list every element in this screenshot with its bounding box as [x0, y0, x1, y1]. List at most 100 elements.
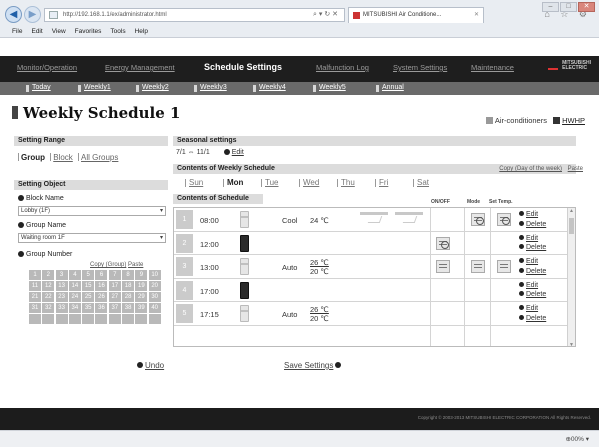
delete-link[interactable]: Delete: [519, 314, 546, 324]
group-number-cell[interactable]: 39: [135, 303, 148, 313]
group-number-cell[interactable]: 13: [55, 281, 68, 291]
group-name-select[interactable]: Waiting room 1F: [18, 233, 166, 243]
group-number-cell[interactable]: 21: [29, 292, 41, 302]
edit-link[interactable]: Edit: [519, 281, 546, 291]
group-number-cell[interactable]: 38: [122, 303, 135, 313]
subnav-weekly5[interactable]: Weekly5: [313, 84, 346, 94]
address-tools[interactable]: ⌕ ▾ ↻ ✕: [313, 8, 338, 22]
group-number-cell[interactable]: 25: [82, 292, 95, 302]
group-number-cell[interactable]: 8: [122, 270, 135, 280]
group-number-cell[interactable]: 11: [29, 281, 41, 291]
delete-link[interactable]: Delete: [519, 267, 546, 277]
group-number-cell[interactable]: 12: [42, 281, 55, 291]
subnav-weekly3[interactable]: Weekly3: [194, 84, 227, 94]
forward-button[interactable]: ▶: [24, 6, 41, 23]
group-number-cell[interactable]: 32: [42, 303, 55, 313]
delete-link[interactable]: Delete: [519, 243, 546, 253]
group-number-cell[interactable]: [122, 314, 135, 324]
group-number-cell[interactable]: 27: [108, 292, 121, 302]
group-number-cell[interactable]: 7: [108, 270, 121, 280]
undo-button[interactable]: Undo: [137, 361, 164, 370]
group-number-cell[interactable]: 5: [82, 270, 95, 280]
delete-link[interactable]: Delete: [519, 220, 546, 230]
group-number-cell[interactable]: 33: [55, 303, 68, 313]
group-number-cell[interactable]: 10: [148, 270, 161, 280]
copy-group-link[interactable]: Copy (Group): [90, 262, 126, 268]
paste-day-link[interactable]: Paste: [568, 166, 583, 172]
group-number-cell[interactable]: 18: [122, 281, 135, 291]
group-number-cell[interactable]: 3: [55, 270, 68, 280]
group-number-cell[interactable]: 30: [148, 292, 161, 302]
scroll-up-icon[interactable]: ▲: [569, 208, 574, 214]
tab-fri[interactable]: Fri: [375, 178, 413, 187]
menu-help[interactable]: Help: [135, 26, 148, 38]
seasonal-edit-link[interactable]: Edit: [232, 149, 244, 156]
tab-thu[interactable]: Thu: [337, 178, 375, 187]
tab-sat[interactable]: Sat: [413, 178, 451, 187]
nav-schedule-settings[interactable]: Schedule Settings: [204, 62, 282, 72]
range-all-groups[interactable]: All Groups: [81, 153, 118, 162]
group-number-cell[interactable]: [95, 314, 108, 324]
group-number-cell[interactable]: [108, 314, 121, 324]
group-number-cell[interactable]: 2: [42, 270, 55, 280]
group-number-cell[interactable]: 26: [95, 292, 108, 302]
group-number-cell[interactable]: [29, 314, 41, 324]
nav-maintenance[interactable]: Maintenance: [471, 63, 514, 72]
delete-link[interactable]: Delete: [519, 290, 546, 300]
scroll-down-icon[interactable]: ▼: [569, 342, 574, 346]
minimize-button[interactable]: –: [542, 2, 559, 12]
paste-group-link[interactable]: Paste: [128, 262, 143, 268]
menu-edit[interactable]: Edit: [31, 26, 42, 38]
group-number-cell[interactable]: 4: [68, 270, 81, 280]
nav-monitor-operation[interactable]: Monitor/Operation: [17, 63, 77, 72]
subnav-weekly1[interactable]: Weekly1: [78, 84, 111, 94]
subnav-today[interactable]: Today: [26, 84, 51, 94]
tab-wed[interactable]: Wed: [299, 178, 337, 187]
group-number-cell[interactable]: 20: [148, 281, 161, 291]
browser-tab[interactable]: MITSUBISHI Air Conditione... ✕: [348, 7, 484, 23]
range-group[interactable]: Group: [21, 153, 45, 162]
hwhp-link[interactable]: HWHP: [562, 116, 585, 125]
group-number-cell[interactable]: [68, 314, 81, 324]
group-number-cell[interactable]: 40: [148, 303, 161, 313]
schedule-scrollbar[interactable]: ▲ ▼: [567, 208, 575, 346]
group-number-cell[interactable]: 29: [135, 292, 148, 302]
menu-file[interactable]: File: [12, 26, 22, 38]
save-settings-button[interactable]: Save Settings: [284, 361, 342, 370]
tab-mon[interactable]: Mon: [223, 178, 261, 187]
nav-malfunction-log[interactable]: Malfunction Log: [316, 63, 369, 72]
group-number-cell[interactable]: [42, 314, 55, 324]
schedule-row[interactable]: 1 08:00 Cool 24 ℃ Edit Delete: [174, 208, 575, 232]
group-number-cell[interactable]: 35: [82, 303, 95, 313]
group-number-cell[interactable]: [148, 314, 161, 324]
group-number-cell[interactable]: 6: [95, 270, 108, 280]
group-number-cell[interactable]: 24: [68, 292, 81, 302]
group-number-cell[interactable]: 36: [95, 303, 108, 313]
menu-tools[interactable]: Tools: [110, 26, 125, 38]
edit-link[interactable]: Edit: [519, 304, 546, 314]
group-number-cell[interactable]: 9: [135, 270, 148, 280]
maximize-button[interactable]: □: [560, 2, 577, 12]
subnav-annual[interactable]: Annual: [376, 84, 404, 94]
subnav-weekly2[interactable]: Weekly2: [136, 84, 169, 94]
range-block[interactable]: Block: [53, 153, 73, 162]
nav-energy-management[interactable]: Energy Management: [105, 63, 175, 72]
group-number-cell[interactable]: 17: [108, 281, 121, 291]
group-number-cell[interactable]: 15: [82, 281, 95, 291]
schedule-row[interactable]: 2 12:00 Edit Delete: [174, 232, 575, 255]
address-bar[interactable]: http://192.168.1.1/ex/administrator.html: [44, 8, 345, 22]
group-number-cell[interactable]: 16: [95, 281, 108, 291]
block-name-select[interactable]: Lobby (1F): [18, 206, 166, 216]
close-window-button[interactable]: ✕: [578, 2, 595, 12]
copy-day-link[interactable]: Copy (Day of the week): [499, 166, 562, 172]
group-number-cell[interactable]: [55, 314, 68, 324]
zoom-control[interactable]: ⊕00% ▾: [565, 435, 589, 443]
tab-close-icon[interactable]: ✕: [474, 8, 479, 23]
group-number-cell[interactable]: 1: [29, 270, 41, 280]
schedule-row[interactable]: 5 17:15 Auto 26 ℃ 20 ℃ Edit Delete: [174, 302, 575, 326]
tab-tue[interactable]: Tue: [261, 178, 299, 187]
schedule-row[interactable]: 4 17:00 Edit Delete: [174, 279, 575, 302]
group-number-cell[interactable]: [82, 314, 95, 324]
group-number-cell[interactable]: 14: [68, 281, 81, 291]
group-number-cell[interactable]: [135, 314, 148, 324]
